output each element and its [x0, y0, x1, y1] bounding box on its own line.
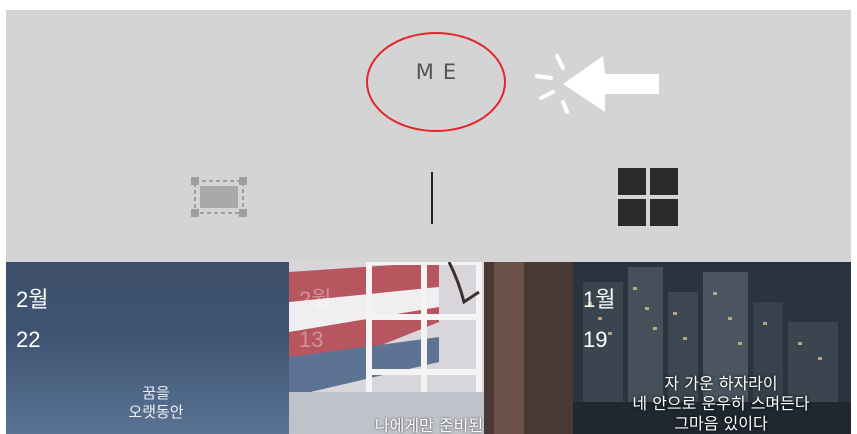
- post-caption: 자 가운 하자라이 네 안으로 운우히 스며든다 그마음 있이다: [601, 374, 841, 434]
- single-view-icon[interactable]: [188, 174, 250, 220]
- me-tab-label: ME: [415, 60, 466, 84]
- caption-line: 그마음 있이다: [674, 414, 768, 433]
- feed-item[interactable]: 2월 22 꿈을 오랫동안: [6, 262, 289, 434]
- post-day: 13: [299, 327, 324, 352]
- window-photo: [289, 262, 573, 434]
- feed-grid: 2월 22 꿈을 오랫동안 2월 13 나에게만 준비된 1월 19 자 가운 …: [6, 262, 851, 434]
- grid-view-icon[interactable]: [618, 168, 678, 226]
- post-date: 2월 13: [299, 280, 331, 360]
- post-date: 1월 19: [583, 280, 615, 360]
- profile-header: ME: [6, 10, 851, 262]
- caption-line: 오랫동안: [128, 403, 184, 421]
- post-month: 2월: [299, 287, 332, 312]
- pointer-arrow-icon: [535, 54, 659, 114]
- caption-line: 꿈을: [142, 384, 170, 402]
- caption-line: 자 가운 하자라이: [664, 374, 778, 393]
- post-month: 1월: [583, 287, 616, 312]
- view-mode-row: [6, 160, 851, 230]
- post-day: 19: [583, 327, 608, 352]
- caption-line: 나에게만 준비된: [374, 416, 484, 434]
- view-divider: [431, 172, 433, 224]
- post-caption: 나에게만 준비된: [329, 412, 529, 434]
- post-caption: 꿈을 오랫동안: [66, 384, 246, 422]
- post-day: 22: [16, 327, 41, 352]
- me-tab[interactable]: ME: [366, 32, 510, 136]
- caption-line: 네 안으로 운우히 스며든다: [632, 394, 810, 413]
- post-date: 2월 22: [16, 280, 48, 360]
- post-month: 2월: [16, 287, 49, 312]
- feed-item[interactable]: 1월 19 자 가운 하자라이 네 안으로 운우히 스며든다 그마음 있이다: [573, 262, 851, 434]
- feed-item[interactable]: 2월 13 나에게만 준비된: [289, 262, 573, 434]
